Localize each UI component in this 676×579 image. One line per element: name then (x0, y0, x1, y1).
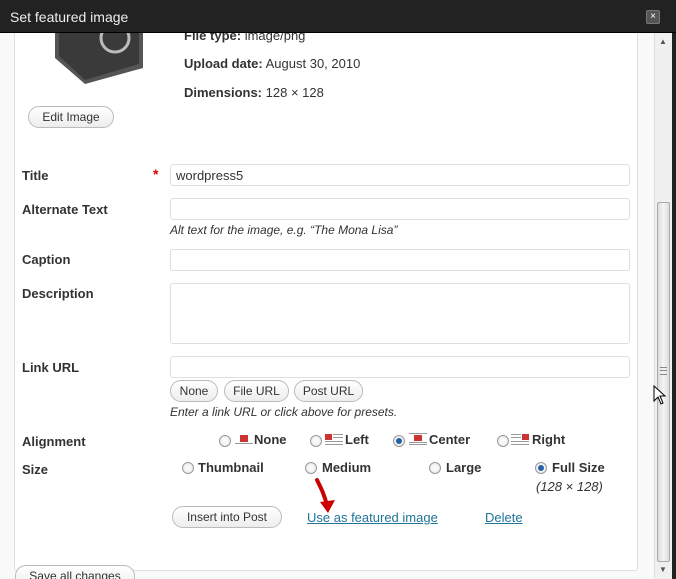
save-all-changes-button[interactable]: Save all changes (15, 565, 135, 579)
file-type-row: File type: image/png (184, 33, 305, 43)
caption-input[interactable] (170, 249, 630, 271)
align-none-radio[interactable] (219, 435, 231, 447)
size-large-label[interactable]: Large (446, 460, 481, 475)
size-medium-label[interactable]: Medium (322, 460, 371, 475)
title-label: Title (22, 168, 49, 183)
window-edge (672, 33, 676, 579)
align-center-label[interactable]: Center (429, 432, 470, 447)
size-thumbnail-label[interactable]: Thumbnail (198, 460, 264, 475)
close-icon[interactable]: × (646, 10, 660, 24)
upload-date-row: Upload date: August 30, 2010 (184, 56, 360, 71)
scroll-down-icon[interactable]: ▼ (659, 565, 667, 574)
mouse-cursor-icon (653, 385, 667, 405)
dialog-titlebar: Set featured image × (0, 0, 676, 33)
grip-icon (660, 367, 667, 375)
dimensions-label: Dimensions: (184, 85, 263, 100)
align-right-icon (511, 434, 529, 445)
align-none-label[interactable]: None (254, 432, 287, 447)
scrollbar-thumb[interactable] (657, 202, 670, 562)
description-label: Description (22, 286, 94, 301)
delete-link[interactable]: Delete (485, 510, 523, 525)
scroll-up-icon[interactable]: ▲ (659, 37, 667, 46)
align-left-icon (325, 434, 343, 445)
align-center-icon (409, 433, 427, 445)
scrollbar[interactable]: ▲ ▼ (654, 33, 672, 579)
caption-label: Caption (22, 252, 71, 267)
align-left-radio[interactable] (310, 435, 322, 447)
dialog-title: Set featured image (10, 9, 129, 25)
file-type-value: image/png (244, 33, 306, 43)
align-right-label[interactable]: Right (532, 432, 565, 447)
align-center-radio[interactable] (393, 435, 405, 447)
size-full-dimensions: (128 × 128) (536, 479, 603, 494)
file-type-label: File type: (184, 33, 242, 43)
alt-text-label: Alternate Text (22, 202, 108, 217)
alt-text-input[interactable] (170, 198, 630, 220)
link-url-input[interactable] (170, 356, 630, 378)
size-medium-radio[interactable] (305, 462, 317, 474)
link-url-help: Enter a link URL or click above for pres… (170, 405, 398, 419)
align-none-icon (235, 435, 253, 444)
link-none-button[interactable]: None (170, 380, 218, 402)
title-input[interactable] (170, 164, 630, 186)
dimensions-row: Dimensions: 128 × 128 (184, 85, 324, 100)
size-full-radio[interactable] (535, 462, 547, 474)
dimensions-value: 128 × 128 (265, 85, 324, 100)
annotation-arrow-icon (315, 478, 335, 513)
align-left-label[interactable]: Left (345, 432, 369, 447)
size-label: Size (22, 462, 49, 477)
alt-text-help: Alt text for the image, e.g. “The Mona L… (170, 223, 398, 237)
upload-date-value: August 30, 2010 (265, 56, 361, 71)
image-thumbnail (55, 33, 143, 84)
required-mark: * (153, 166, 159, 182)
media-item-panel: File type: image/png Upload date: August… (14, 33, 638, 571)
edit-image-button[interactable]: Edit Image (28, 106, 114, 128)
dialog-content: File type: image/png Upload date: August… (0, 33, 654, 579)
insert-into-post-button[interactable]: Insert into Post (172, 506, 282, 528)
size-large-radio[interactable] (429, 462, 441, 474)
align-right-radio[interactable] (497, 435, 509, 447)
link-file-url-button[interactable]: File URL (224, 380, 289, 402)
alignment-label: Alignment (22, 434, 86, 449)
size-thumbnail-radio[interactable] (182, 462, 194, 474)
link-post-url-button[interactable]: Post URL (294, 380, 363, 402)
upload-date-label: Upload date: (184, 56, 263, 71)
link-url-label: Link URL (22, 360, 80, 375)
size-full-label[interactable]: Full Size (552, 460, 605, 475)
description-textarea[interactable] (170, 283, 630, 344)
